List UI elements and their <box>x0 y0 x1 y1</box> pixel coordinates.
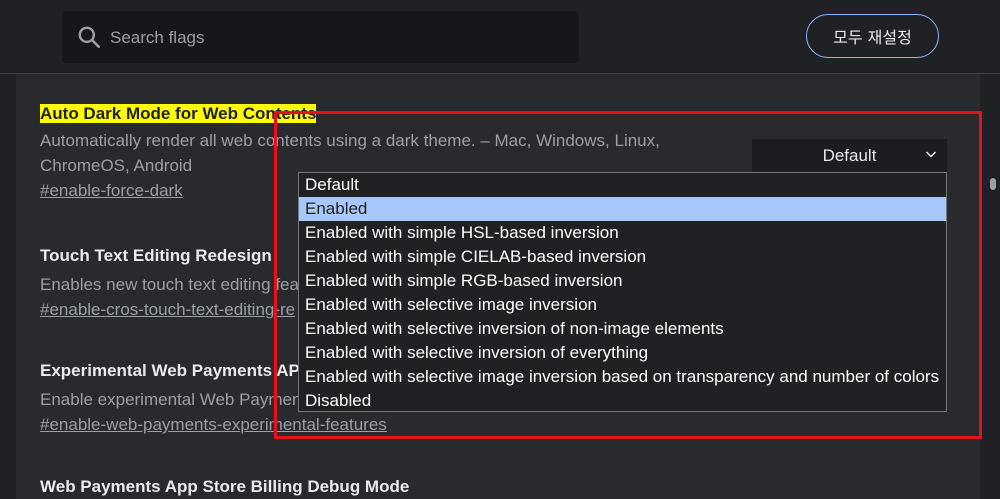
select-dropdown-menu: Default Enabled Enabled with simple HSL-… <box>298 172 947 412</box>
experiment-app-store-billing: Web Payments App Store Billing Debug Mod… <box>40 477 409 497</box>
scrollbar-thumb[interactable] <box>990 178 996 190</box>
reset-all-button[interactable]: 모두 재설정 <box>806 14 939 58</box>
dropdown-option[interactable]: Enabled with selective inversion of non-… <box>299 317 946 341</box>
dropdown-option[interactable]: Enabled with simple CIELAB-based inversi… <box>299 245 946 269</box>
dropdown-option[interactable]: Disabled <box>299 389 946 413</box>
scrollbar[interactable] <box>987 74 1000 499</box>
experiment-description: Automatically render all web contents us… <box>40 131 660 175</box>
experiment-link[interactable]: #enable-web-payments-experimental-featur… <box>40 415 670 435</box>
dropdown-option[interactable]: Enabled with selective image inversion <box>299 293 946 317</box>
experiment-title: Web Payments App Store Billing Debug Mod… <box>40 477 410 496</box>
chevron-down-icon <box>925 151 937 158</box>
dropdown-option[interactable]: Enabled with selective inversion of ever… <box>299 341 946 365</box>
search-input[interactable] <box>108 11 572 65</box>
experiment-state-select[interactable]: Default <box>752 139 947 172</box>
dropdown-option-selected[interactable]: Enabled <box>299 197 946 221</box>
dropdown-option[interactable]: Enabled with simple RGB-based inversion <box>299 269 946 293</box>
header: 모두 재설정 <box>0 0 1000 74</box>
dropdown-option[interactable]: Enabled with selective image inversion b… <box>299 365 946 389</box>
experiment-title: Auto Dark Mode for Web Contents <box>40 104 317 123</box>
dropdown-option[interactable]: Enabled with simple HSL-based inversion <box>299 221 946 245</box>
select-value: Default <box>822 145 877 165</box>
search-box[interactable] <box>62 11 579 65</box>
search-icon <box>78 26 101 49</box>
dropdown-option[interactable]: Default <box>299 173 946 197</box>
